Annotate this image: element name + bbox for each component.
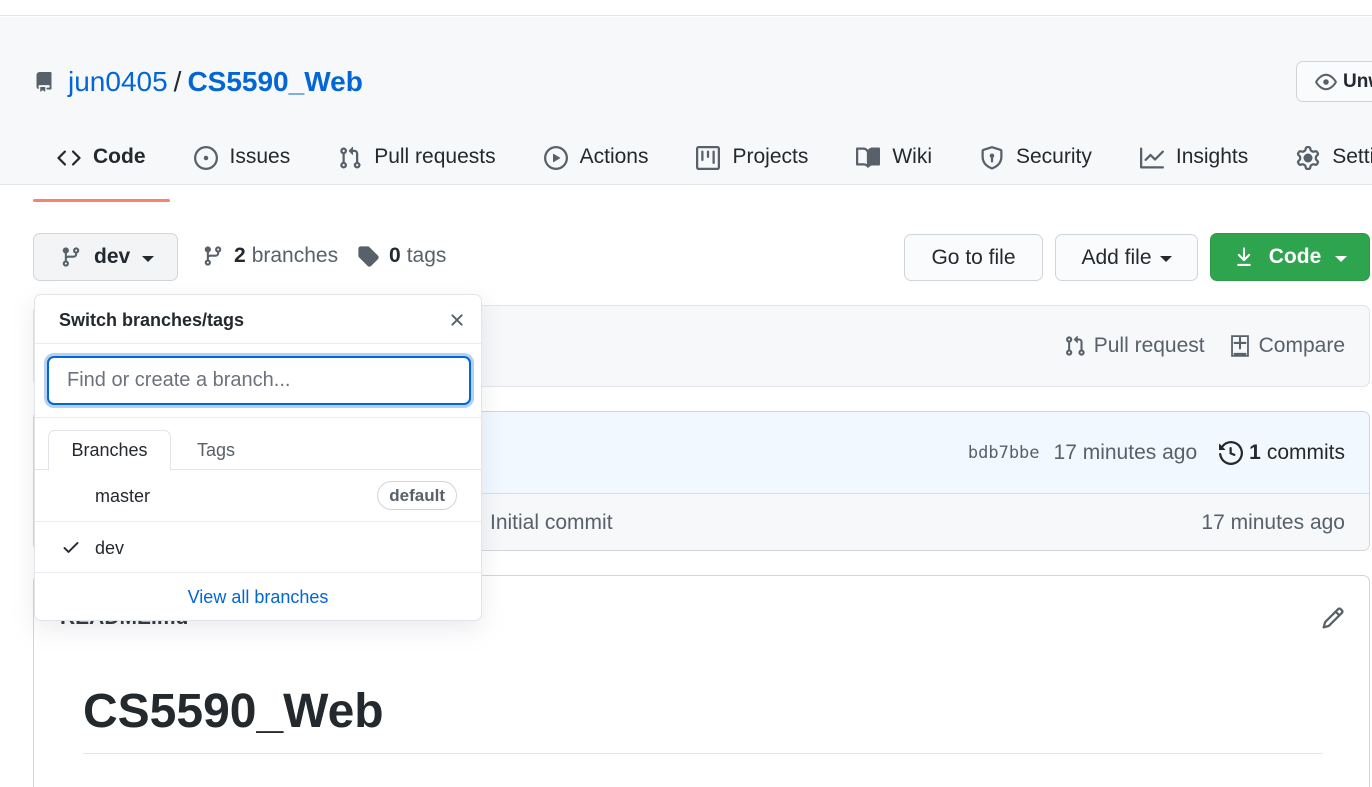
tab-label: Settings — [1332, 145, 1372, 168]
watch-label: Unw — [1343, 70, 1372, 92]
repo-header: jun0405 / CS5590_Web Unw Code Issues Pul… — [0, 17, 1372, 202]
history-icon — [1219, 441, 1244, 465]
dropdown-title: Switch branches/tags — [59, 310, 245, 330]
pull-request-icon — [1065, 335, 1085, 356]
commit-age: 17 minutes ago — [1053, 441, 1198, 464]
default-badge: default — [377, 481, 457, 510]
issue-icon — [193, 146, 218, 170]
tags-count: 0 — [389, 244, 401, 267]
check-icon — [63, 542, 79, 553]
repo-owner-link[interactable]: jun0405 — [68, 66, 168, 98]
tab-settings[interactable]: Settings — [1272, 145, 1372, 202]
project-icon — [696, 146, 721, 170]
branch-item-master[interactable]: master default — [35, 470, 481, 522]
tab-label: Code — [93, 145, 146, 168]
dropdown-header: Switch branches/tags — [35, 295, 481, 344]
git-branch-icon — [204, 246, 222, 266]
caret-down-icon — [142, 255, 155, 262]
branch-label: dev — [94, 245, 131, 268]
branches-count: 2 — [234, 244, 246, 267]
repo-title: jun0405 / CS5590_Web — [34, 66, 363, 98]
branch-select-button[interactable]: dev — [33, 233, 178, 281]
tab-code[interactable]: Code — [33, 145, 170, 202]
eye-icon — [1315, 73, 1337, 90]
pull-request-link[interactable]: Pull request — [1064, 334, 1205, 358]
tab-projects[interactable]: Projects — [672, 145, 832, 202]
code-download-button[interactable]: Code — [1210, 233, 1370, 281]
book-icon — [856, 147, 881, 168]
tab-branches[interactable]: Branches — [48, 430, 171, 471]
branches-link[interactable]: 2 branches — [202, 244, 338, 268]
branch-item-name: dev — [95, 538, 125, 558]
tab-label: Actions — [579, 145, 649, 168]
play-icon — [543, 146, 568, 170]
watch-button[interactable]: Unw — [1296, 61, 1372, 102]
compare-link[interactable]: Compare — [1229, 334, 1345, 358]
graph-icon — [1139, 147, 1164, 169]
caret-down-icon — [1159, 256, 1172, 262]
diff-icon — [1230, 335, 1249, 357]
readme-heading: CS5590_Web — [83, 685, 384, 738]
tab-label: Wiki — [892, 145, 932, 168]
caret-down-icon — [1335, 255, 1348, 262]
pull-request-label: Pull request — [1093, 334, 1205, 357]
dropdown-filter — [35, 344, 481, 418]
tab-label: Insights — [1175, 145, 1249, 168]
dropdown-tabs: Branches Tags — [35, 418, 481, 471]
top-bar — [0, 0, 1372, 16]
tab-label: Pull requests — [374, 145, 496, 168]
repo-separator: / — [173, 66, 182, 97]
tags-label: tags — [406, 244, 447, 267]
view-all-branches-link[interactable]: View all branches — [35, 573, 481, 620]
branches-label: branches — [251, 244, 339, 267]
heading-divider — [83, 753, 1322, 754]
tab-tags[interactable]: Tags — [171, 430, 261, 471]
branch-filter-input[interactable] — [47, 356, 471, 405]
file-commit-age: 17 minutes ago — [1201, 511, 1345, 534]
tab-wiki[interactable]: Wiki — [832, 145, 956, 202]
tab-label: Issues — [229, 145, 291, 168]
download-icon — [1236, 247, 1251, 266]
tab-issues[interactable]: Issues — [170, 145, 315, 202]
pencil-icon[interactable] — [1321, 606, 1345, 630]
add-file-button[interactable]: Add file — [1055, 234, 1198, 281]
repo-icon — [36, 72, 52, 92]
file-commit-message[interactable]: Initial commit — [490, 511, 613, 535]
shield-icon — [981, 146, 1003, 170]
tab-security[interactable]: Security — [956, 145, 1116, 202]
close-icon[interactable] — [447, 310, 467, 330]
branch-dropdown: Switch branches/tags Branches Tags maste… — [34, 294, 482, 621]
tab-actions[interactable]: Actions — [520, 145, 673, 202]
tab-insights[interactable]: Insights — [1116, 145, 1272, 202]
go-to-file-button[interactable]: Go to file — [904, 234, 1043, 281]
compare-label: Compare — [1258, 334, 1345, 357]
repo-nav-tabs: Code Issues Pull requests Actions Projec… — [33, 145, 1372, 202]
code-icon — [57, 150, 81, 166]
branch-item-dev[interactable]: dev — [35, 522, 481, 573]
tags-link[interactable]: 0 tags — [357, 244, 446, 268]
git-branch-icon — [62, 247, 80, 267]
tab-label: Security — [1016, 145, 1092, 168]
branch-item-name: master — [95, 486, 151, 506]
pull-request-icon — [340, 146, 361, 169]
commits-link[interactable]: 1 commits — [1219, 441, 1345, 465]
repo-name-link[interactable]: CS5590_Web — [187, 66, 362, 98]
tag-icon — [358, 246, 379, 267]
commits-label: commits — [1266, 441, 1345, 464]
commits-count: 1 — [1249, 441, 1261, 464]
commit-sha[interactable]: bdb7bbe — [968, 443, 1040, 463]
tab-label: Projects — [732, 145, 809, 168]
code-button-label: Code — [1268, 245, 1322, 268]
tab-pull-requests[interactable]: Pull requests — [314, 145, 519, 202]
add-file-label: Add file — [1081, 245, 1152, 269]
gear-icon — [1297, 146, 1320, 170]
